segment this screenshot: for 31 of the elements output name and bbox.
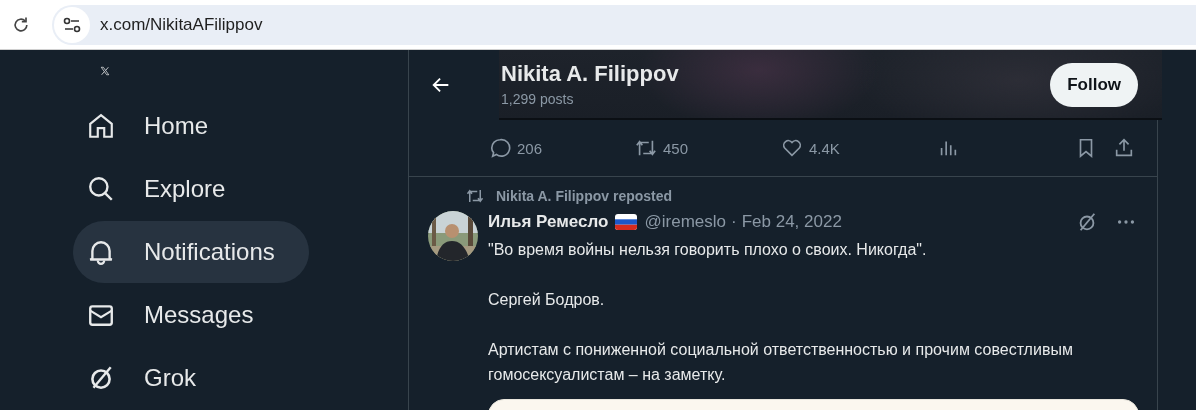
author-name[interactable]: Илья Ремесло: [488, 212, 609, 232]
repost-button[interactable]: 450: [635, 137, 781, 159]
url-text: x.com/NikitaAFilippov: [100, 14, 263, 35]
profile-name: Nikita A. Filippov: [501, 61, 680, 87]
nav-item[interactable]: Notifications: [73, 221, 309, 283]
bell-icon: [87, 238, 115, 266]
post-date[interactable]: Feb 24, 2022: [741, 212, 842, 232]
nav-item[interactable]: Grok: [73, 347, 230, 409]
flag-icon: [615, 214, 638, 230]
heart-icon: [781, 137, 803, 159]
post-text: Сергей Бодров.: [488, 290, 606, 310]
nav-item[interactable]: Explore: [73, 158, 260, 220]
user-handle[interactable]: @iremeslo: [644, 212, 726, 232]
nav-item[interactable]: Messages: [73, 284, 288, 346]
post-text: Артистам с пониженной социальной ответственностью и прочим совестливым гомосексуалистам – на заметку.: [488, 340, 1074, 385]
speech-bubble-icon: [489, 137, 511, 159]
nav-item[interactable]: Home: [73, 95, 243, 157]
share-icon[interactable]: [1113, 137, 1135, 159]
like-button[interactable]: 4.4K: [781, 137, 937, 159]
repost-icon: [635, 137, 657, 159]
search-icon: [87, 175, 115, 203]
follow-button[interactable]: Follow: [1050, 63, 1138, 107]
address-bar[interactable]: x.com/NikitaAFilippov: [52, 4, 1196, 45]
home-icon: [87, 112, 115, 140]
post-text: "Во время войны нельзя говорить плохо о своих. Никогда".: [488, 240, 928, 260]
repost-icon: [466, 187, 484, 205]
separator-dot: ·: [731, 212, 737, 232]
post-count: 1,299 posts: [501, 91, 575, 107]
repost-label[interactable]: Nikita A. Filippov reposted: [496, 188, 673, 204]
site-settings-icon[interactable]: [54, 6, 90, 43]
reply-button[interactable]: 206: [489, 137, 635, 159]
